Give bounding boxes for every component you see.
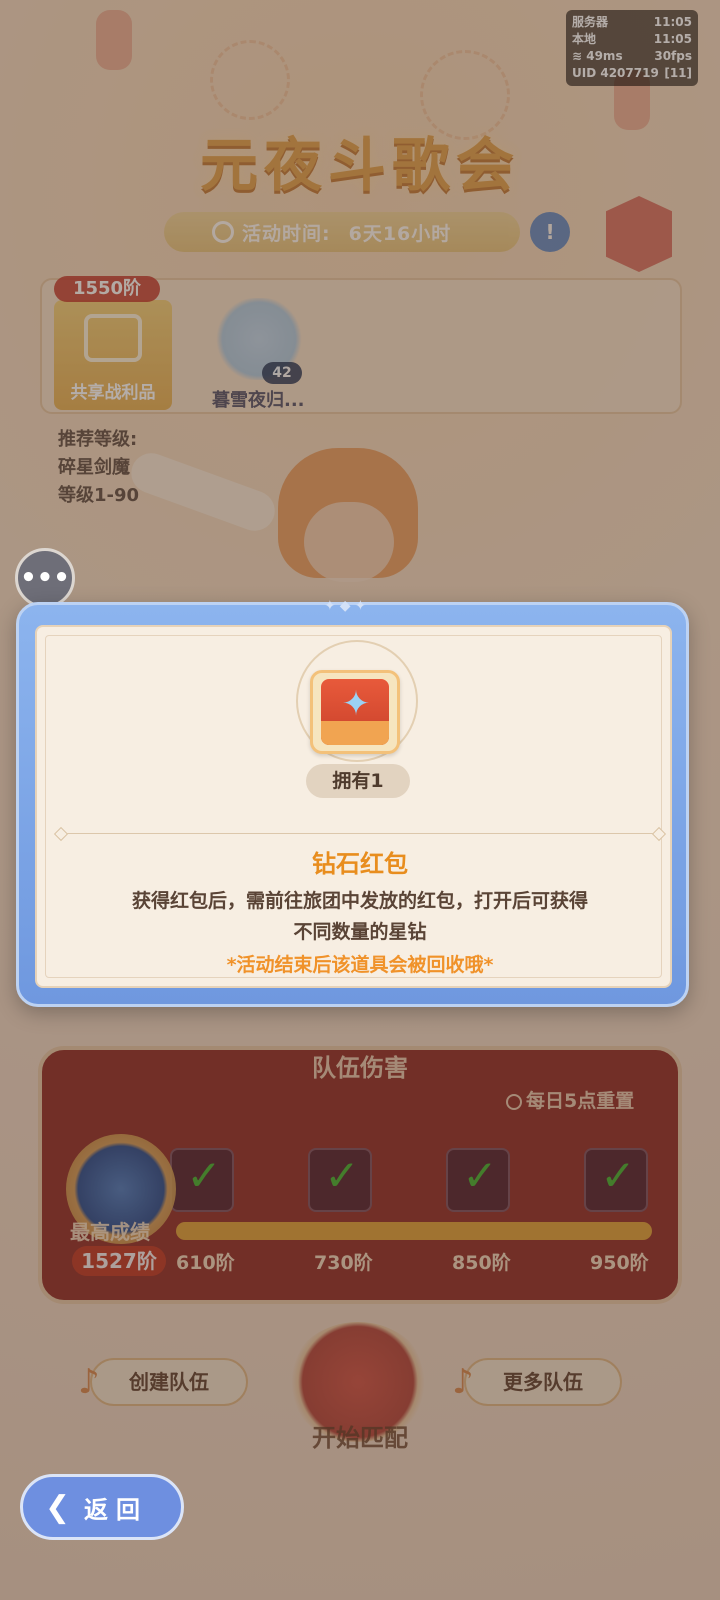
item-expiry-note: *活动结束后该道具会被回收哦* [226, 954, 494, 976]
back-arrow-icon: ❮ [45, 1490, 79, 1525]
chat-bubble-icon: ••• [20, 563, 70, 593]
modal-ornament-icon: ✦◆✦ [324, 598, 371, 614]
item-description-line: 获得红包后，需前往旅团中发放的红包，打开后可获得 [131, 890, 588, 912]
item-description: 获得红包后，需前往旅团中发放的红包，打开后可获得 不同数量的星钻 [80, 886, 640, 948]
chat-button[interactable]: ••• [15, 548, 75, 608]
item-description-line: 不同数量的星钻 [293, 921, 427, 943]
envelope-icon: ✦ [321, 679, 389, 745]
owned-count-badge: 拥有1 [306, 764, 410, 798]
divider [62, 833, 658, 834]
star-crystal-icon: ✦ [341, 684, 371, 724]
back-label: 返回 [84, 1495, 148, 1524]
envelope-flap [321, 721, 389, 745]
diamond-red-envelope-icon: ✦ [310, 670, 400, 754]
item-name: 钻石红包 [312, 850, 408, 878]
back-button[interactable]: ❮ 返回 [20, 1474, 184, 1540]
